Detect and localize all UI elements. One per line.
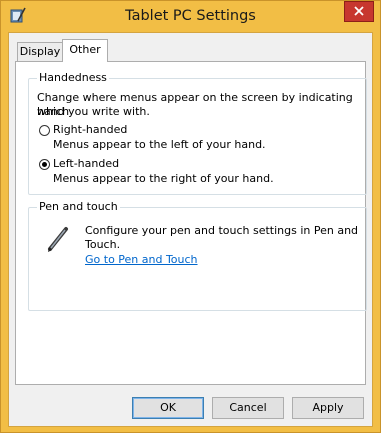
pen-and-touch-description-line2: Touch. bbox=[85, 238, 121, 251]
left-handed-hint: Menus appear to the right of your hand. bbox=[53, 172, 274, 185]
tablet-pc-settings-window: Tablet PC Settings Display Other Handedn… bbox=[0, 0, 381, 433]
pen-and-touch-legend: Pen and touch bbox=[37, 200, 120, 213]
pen-icon bbox=[43, 224, 73, 254]
close-button[interactable] bbox=[344, 1, 374, 22]
radio-selected-dot bbox=[42, 162, 47, 167]
close-icon bbox=[354, 6, 364, 16]
pen-and-touch-group: Pen and touch Configure your pen and tou… bbox=[28, 200, 367, 311]
handedness-description-line2: hand you write with. bbox=[37, 105, 150, 118]
left-handed-radio[interactable] bbox=[39, 159, 50, 170]
left-handed-label[interactable]: Left-handed bbox=[53, 157, 119, 171]
tab-panel-other: Handedness Change where menus appear on … bbox=[15, 61, 367, 385]
apply-button[interactable]: Apply bbox=[292, 397, 364, 419]
ok-button[interactable]: OK bbox=[132, 397, 204, 419]
dialog-client-area: Display Other Handedness Change where me… bbox=[8, 32, 373, 427]
right-handed-hint: Menus appear to the left of your hand. bbox=[53, 138, 266, 151]
title-bar[interactable]: Tablet PC Settings bbox=[1, 1, 380, 32]
go-to-pen-and-touch-link[interactable]: Go to Pen and Touch bbox=[85, 253, 198, 267]
tab-display[interactable]: Display bbox=[17, 42, 63, 61]
cancel-button[interactable]: Cancel bbox=[212, 397, 284, 419]
handedness-legend: Handedness bbox=[37, 71, 109, 84]
pen-and-touch-description-line1: Configure your pen and touch settings in… bbox=[85, 224, 359, 237]
handedness-group: Handedness Change where menus appear on … bbox=[28, 71, 367, 195]
window-title: Tablet PC Settings bbox=[125, 8, 256, 24]
tab-other[interactable]: Other bbox=[62, 39, 108, 62]
right-handed-radio[interactable] bbox=[39, 125, 50, 136]
right-handed-label[interactable]: Right-handed bbox=[53, 123, 127, 137]
